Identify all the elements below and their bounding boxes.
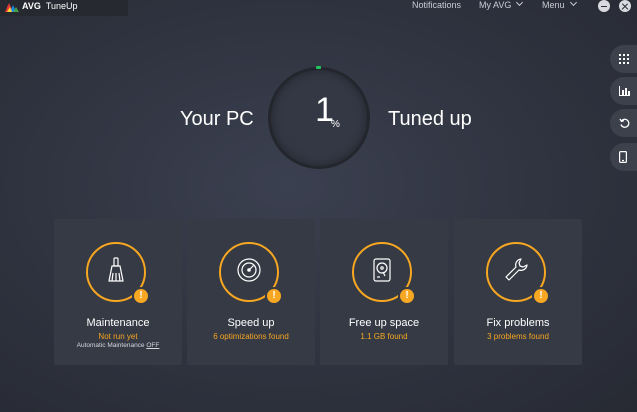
card-title: Speed up	[227, 317, 275, 329]
undo-icon	[619, 118, 630, 129]
title-bar: AVG TuneUp Notifications My AVG Menu	[0, 0, 637, 16]
chevron-down-icon	[569, 0, 577, 7]
card-free-up-space[interactable]: ! Free up space 1.1 GB found	[320, 219, 448, 365]
warning-badge-icon: !	[267, 289, 281, 303]
automatic-maintenance-toggle[interactable]: OFF	[146, 342, 159, 349]
close-button[interactable]	[619, 0, 631, 12]
card-status: 6 optimizations found	[213, 332, 289, 341]
brand-name: AVG	[22, 1, 41, 11]
progress-indicator	[316, 66, 321, 69]
hard-drive-icon	[367, 255, 397, 290]
card-title: Fix problems	[486, 317, 550, 329]
notifications-link[interactable]: Notifications	[412, 0, 461, 10]
warning-badge-icon: !	[400, 289, 414, 303]
mobile-icon	[619, 151, 627, 163]
card-speed-up[interactable]: ! Speed up 6 optimizations found	[187, 219, 315, 365]
warning-badge-icon: !	[534, 289, 548, 303]
card-maintenance[interactable]: ! Maintenance Not run yet Automatic Main…	[54, 219, 182, 365]
my-avg-label: My AVG	[479, 0, 512, 10]
side-button-apps[interactable]	[610, 45, 637, 73]
card-title: Maintenance	[86, 317, 150, 329]
brand: AVG TuneUp	[0, 0, 128, 16]
warning-badge-icon: !	[134, 289, 148, 303]
chevron-down-icon	[516, 0, 524, 7]
bar-chart-icon	[619, 86, 630, 96]
percent-sign: %	[331, 119, 340, 130]
minimize-button[interactable]	[598, 0, 610, 12]
side-button-undo[interactable]	[610, 109, 637, 137]
card-fix-problems[interactable]: ! Fix problems 3 problems found	[454, 219, 582, 365]
menu-label: Menu	[542, 0, 565, 10]
broom-icon	[101, 255, 131, 290]
product-name: TuneUp	[45, 1, 78, 11]
side-button-mobile[interactable]	[610, 143, 637, 171]
speedometer-icon	[234, 255, 264, 290]
avg-logo-icon	[4, 0, 20, 12]
automatic-maintenance-label: Automatic Maintenance	[76, 342, 147, 349]
card-status: 1.1 GB found	[360, 332, 408, 341]
tuneup-percent: 1	[315, 91, 334, 129]
my-avg-menu[interactable]: My AVG	[479, 0, 524, 10]
hero-label-left: Your PC	[180, 108, 254, 130]
card-status: Not run yet	[98, 332, 138, 341]
hero-label-right: Tuned up	[388, 108, 472, 130]
menu-dropdown[interactable]: Menu	[542, 0, 577, 10]
wrench-icon	[501, 255, 531, 290]
side-button-stats[interactable]	[610, 77, 637, 105]
card-status: 3 problems found	[487, 332, 549, 341]
card-title: Free up space	[348, 317, 420, 329]
grid-icon	[619, 54, 629, 64]
automatic-maintenance-status: Automatic Maintenance OFF	[54, 342, 182, 349]
